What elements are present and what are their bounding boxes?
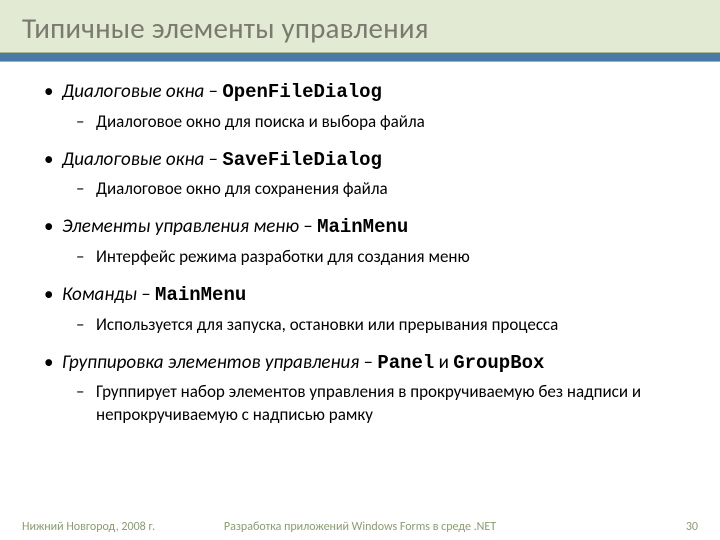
title-block: Типичные элементы управления (0, 0, 720, 52)
list-item: Группировка элементов управления – Panel… (62, 351, 680, 428)
sub-item: Используется для запуска, остановки или … (96, 314, 680, 337)
footer-page-number: 30 (686, 520, 698, 534)
item-code: MainMenu (317, 216, 408, 238)
sub-list: Группирует набор элементов управления в … (62, 381, 680, 427)
sub-item: Диалоговое окно для поиска и выбора файл… (96, 111, 680, 134)
sub-list: Диалоговое окно для сохранения файла (62, 178, 680, 201)
item-term: Группировка элементов управления (62, 351, 359, 374)
sub-item: Диалоговое окно для сохранения файла (96, 178, 680, 201)
item-code: SaveFileDialog (222, 149, 382, 171)
item-and: и (434, 351, 453, 374)
sub-list: Интерфейс режима разработки для создания… (62, 246, 680, 269)
sub-list: Диалоговое окно для поиска и выбора файл… (62, 111, 680, 134)
item-term: Диалоговые окна (62, 148, 204, 171)
footer-center: Разработка приложений Windows Forms в ср… (0, 520, 720, 534)
item-term: Команды (62, 283, 137, 306)
item-code: Panel (377, 352, 434, 374)
list-item: Диалоговые окна – SaveFileDialog Диалого… (62, 148, 680, 202)
list-item: Команды – MainMenu Используется для запу… (62, 283, 680, 337)
item-code: MainMenu (155, 284, 246, 306)
item-term: Элементы управления меню (62, 215, 299, 238)
sub-list: Используется для запуска, остановки или … (62, 314, 680, 337)
item-code2: GroupBox (453, 352, 544, 374)
list-item: Элементы управления меню – MainMenu Инте… (62, 215, 680, 269)
slide-title: Типичные элементы управления (22, 10, 698, 46)
list-item: Диалоговые окна – OpenFileDialog Диалого… (62, 80, 680, 134)
slide-body: Диалоговые окна – OpenFileDialog Диалого… (0, 62, 720, 427)
sub-item: Группирует набор элементов управления в … (96, 381, 680, 427)
item-term: Диалоговые окна (62, 80, 204, 103)
accent-bar (0, 52, 720, 62)
sub-item: Интерфейс режима разработки для создания… (96, 246, 680, 269)
bullet-list: Диалоговые окна – OpenFileDialog Диалого… (40, 80, 680, 427)
slide: Типичные элементы управления Диалоговые … (0, 0, 720, 540)
item-code: OpenFileDialog (222, 81, 382, 103)
